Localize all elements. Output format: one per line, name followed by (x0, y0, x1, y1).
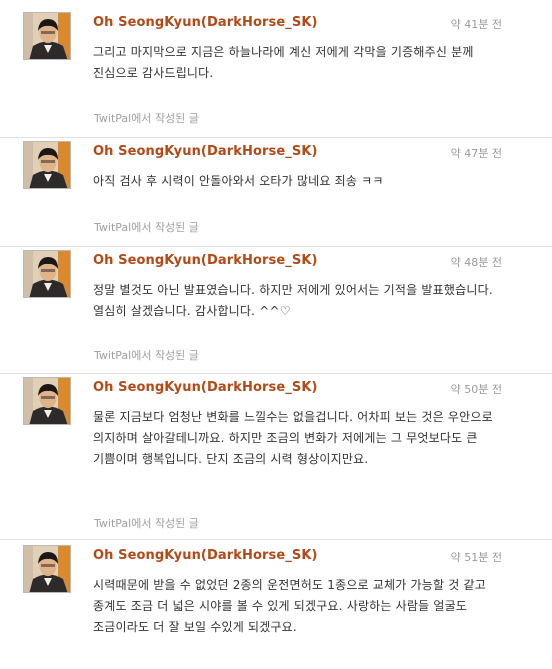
timestamp[interactable]: 약 47분 전 (451, 145, 502, 161)
source-app-link[interactable]: TwitPal (94, 221, 131, 234)
tweet-text: 물론 지금보다 엄청난 변화를 느낄수는 없을겁니다. 어차피 보는 것은 우안… (93, 410, 493, 466)
user-photo (24, 251, 70, 297)
tweet-feed: Oh SeongKyun(DarkHorse_SK) 약 41분 전 그리고 마… (0, 0, 552, 669)
divider (0, 246, 552, 247)
avatar[interactable] (23, 250, 71, 298)
tweet-source: TwitPal에서 작성된 글 (94, 515, 199, 531)
avatar[interactable] (23, 12, 71, 60)
author-name[interactable]: Oh SeongKyun(DarkHorse_SK) (93, 144, 318, 159)
user-photo (24, 13, 70, 59)
author-name[interactable]: Oh SeongKyun(DarkHorse_SK) (93, 253, 318, 268)
author-name[interactable]: Oh SeongKyun(DarkHorse_SK) (93, 380, 318, 395)
avatar[interactable] (23, 377, 71, 425)
source-app-link[interactable]: TwitPal (94, 112, 131, 125)
tweet-item: Oh SeongKyun(DarkHorse_SK) 약 48분 전 정말 별것… (0, 250, 552, 374)
avatar[interactable] (23, 545, 71, 593)
user-photo (24, 142, 70, 188)
tweet-item: Oh SeongKyun(DarkHorse_SK) 약 50분 전 물론 지금… (0, 377, 552, 540)
timestamp[interactable]: 약 48분 전 (451, 254, 502, 270)
divider (0, 373, 552, 374)
source-suffix: 에서 작성된 글 (131, 349, 199, 362)
source-suffix: 에서 작성된 글 (131, 221, 199, 234)
timestamp[interactable]: 약 41분 전 (451, 16, 502, 32)
author-name[interactable]: Oh SeongKyun(DarkHorse_SK) (93, 15, 318, 30)
author-name[interactable]: Oh SeongKyun(DarkHorse_SK) (93, 548, 318, 563)
avatar[interactable] (23, 141, 71, 189)
divider (0, 137, 552, 138)
tweet-item: Oh SeongKyun(DarkHorse_SK) 약 47분 전 아직 검사… (0, 141, 552, 247)
source-suffix: 에서 작성된 글 (131, 112, 199, 125)
timestamp[interactable]: 약 50분 전 (451, 381, 502, 397)
tweet-text: 그리고 마지막으로 지금은 하늘나라에 계신 저에게 각막을 기증해주신 분께 … (93, 45, 474, 80)
tweet-text: 정말 별것도 아닌 발표였습니다. 하지만 저에게 있어서는 기적을 발표했습니… (93, 283, 493, 318)
timestamp[interactable]: 약 51분 전 (451, 549, 502, 565)
source-app-link[interactable]: TwitPal (94, 349, 131, 362)
user-photo (24, 546, 70, 592)
tweet-item: Oh SeongKyun(DarkHorse_SK) 약 51분 전 시력때문에… (0, 545, 552, 669)
source-app-link[interactable]: TwitPal (94, 517, 131, 530)
tweet-source: TwitPal에서 작성된 글 (94, 110, 199, 126)
tweet-source: TwitPal에서 작성된 글 (94, 347, 199, 363)
source-suffix: 에서 작성된 글 (131, 517, 199, 530)
tweet-text: 시력때문에 받을 수 없었던 2종의 운전면허도 1종으로 교체가 가능할 것 … (93, 578, 487, 634)
divider (0, 539, 552, 540)
tweet-item: Oh SeongKyun(DarkHorse_SK) 약 41분 전 그리고 마… (0, 12, 552, 138)
tweet-text: 아직 검사 후 시력이 안돌아와서 오타가 많네요 죄송 ㅋㅋ (93, 174, 384, 188)
tweet-source: TwitPal에서 작성된 글 (94, 219, 199, 235)
user-photo (24, 378, 70, 424)
